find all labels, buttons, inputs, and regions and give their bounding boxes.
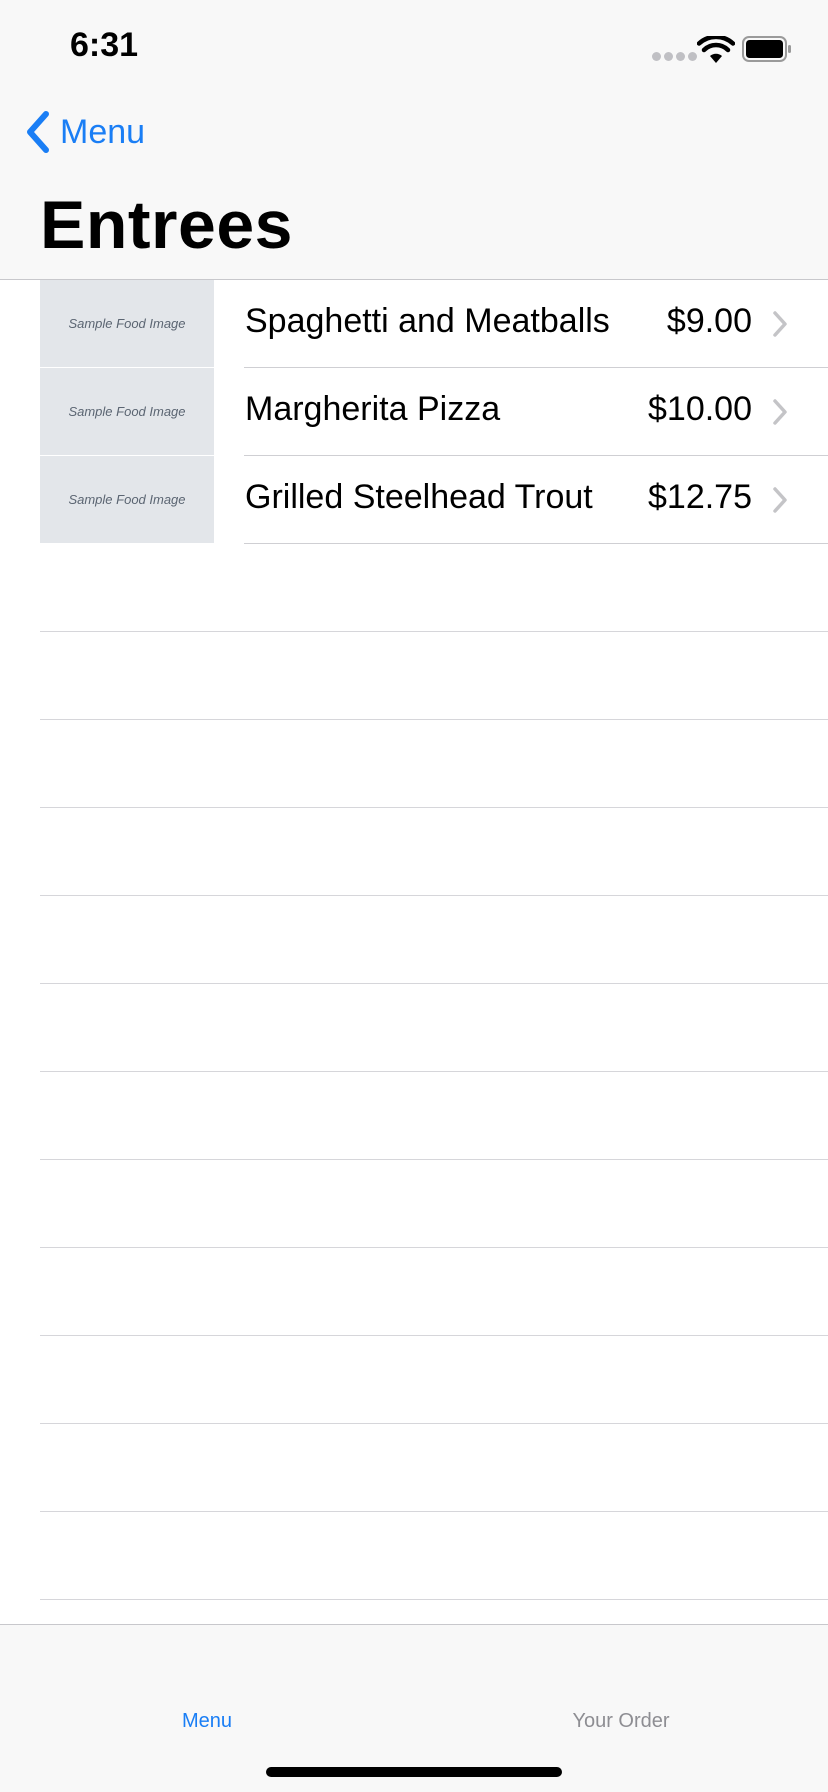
item-price: $10.00	[648, 390, 752, 428]
battery-icon	[742, 36, 791, 62]
navigation-header: 6:31 Menu Entrees	[0, 0, 828, 280]
food-image-label: Sample Food Image	[68, 404, 186, 419]
empty-row-separator	[40, 895, 828, 896]
food-image-placeholder: Sample Food Image	[40, 280, 214, 367]
back-button-label: Menu	[60, 112, 146, 151]
item-name: Grilled Steelhead Trout	[245, 478, 593, 516]
tab-your-order[interactable]: Your Order	[414, 1710, 828, 1733]
empty-row-separator	[40, 1159, 828, 1160]
empty-row-separator	[40, 1071, 828, 1072]
item-price: $12.75	[648, 478, 752, 516]
table-row[interactable]: Sample Food Image Grilled Steelhead Trou…	[0, 456, 828, 544]
tab-menu[interactable]: Menu	[0, 1710, 414, 1733]
wifi-icon	[697, 36, 735, 63]
row-separator	[244, 543, 828, 544]
chevron-right-icon	[773, 311, 787, 337]
back-button[interactable]: Menu	[24, 108, 145, 156]
empty-row-separator	[40, 1247, 828, 1248]
empty-row-separator	[40, 1423, 828, 1424]
food-image-placeholder: Sample Food Image	[40, 368, 214, 455]
chevron-left-icon	[27, 111, 49, 153]
empty-row-separator	[40, 983, 828, 984]
table-row[interactable]: Sample Food Image Margherita Pizza $10.0…	[0, 368, 828, 456]
empty-row-separator	[40, 1511, 828, 1512]
table-row[interactable]: Sample Food Image Spaghetti and Meatball…	[0, 280, 828, 368]
home-indicator[interactable]	[266, 1767, 562, 1777]
item-name: Spaghetti and Meatballs	[245, 302, 610, 340]
food-image-placeholder: Sample Food Image	[40, 456, 214, 543]
item-price: $9.00	[666, 302, 752, 340]
item-name: Margherita Pizza	[245, 390, 501, 428]
empty-row-separator	[40, 1599, 828, 1600]
page-title: Entrees	[40, 187, 293, 263]
chevron-right-icon	[773, 487, 787, 513]
food-image-label: Sample Food Image	[68, 316, 186, 331]
screen: 6:31 Menu Entrees Sample Food Image Spag…	[0, 0, 828, 1792]
tab-bar: Menu Your Order	[0, 1624, 828, 1792]
empty-row-separator	[40, 807, 828, 808]
empty-row-separator	[40, 631, 828, 632]
entrees-table: Sample Food Image Spaghetti and Meatball…	[0, 280, 828, 1623]
signal-icon	[652, 52, 697, 61]
empty-row-separator	[40, 719, 828, 720]
food-image-label: Sample Food Image	[68, 492, 186, 507]
chevron-right-icon	[773, 399, 787, 425]
empty-row-separator	[40, 1335, 828, 1336]
status-time: 6:31	[70, 26, 139, 64]
